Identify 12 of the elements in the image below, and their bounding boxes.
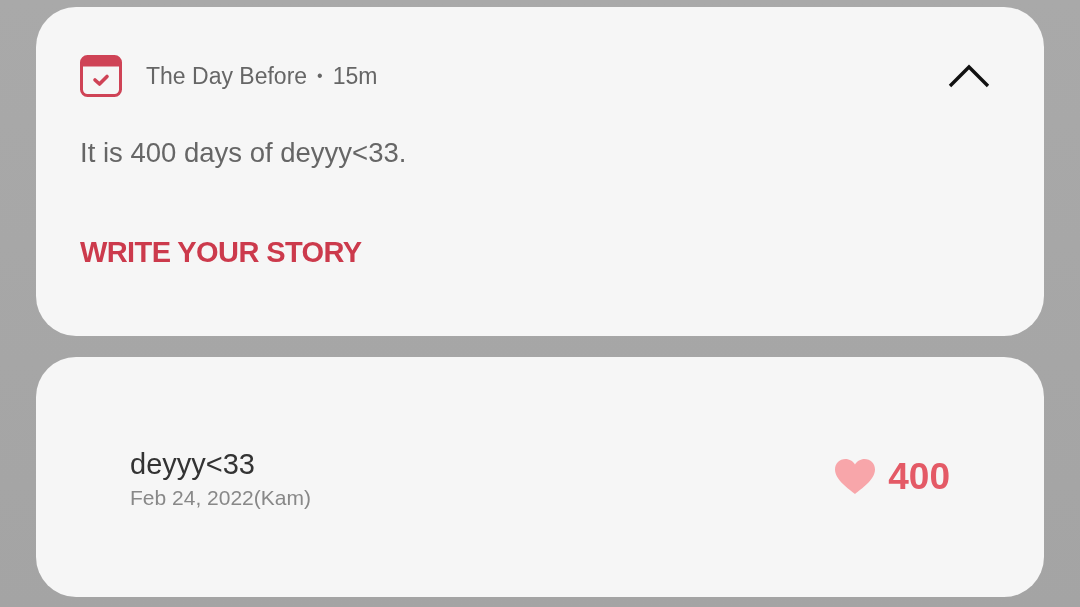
- write-story-button[interactable]: WRITE YOUR STORY: [80, 235, 362, 269]
- separator-dot: •: [317, 67, 323, 85]
- notification-time: 15m: [332, 62, 378, 90]
- collapse-button[interactable]: [948, 64, 990, 88]
- notification-message: It is 400 days of deyyy<33.: [80, 137, 408, 169]
- app-name: The Day Before: [146, 62, 308, 90]
- calendar-check-icon: [80, 55, 122, 97]
- heart-icon: [835, 459, 876, 495]
- chevron-up-icon: [948, 64, 990, 88]
- day-count: 400: [888, 456, 950, 498]
- widget-title: deyyy<33: [130, 447, 256, 481]
- widget-date: Feb 24, 2022(Kam): [130, 485, 311, 511]
